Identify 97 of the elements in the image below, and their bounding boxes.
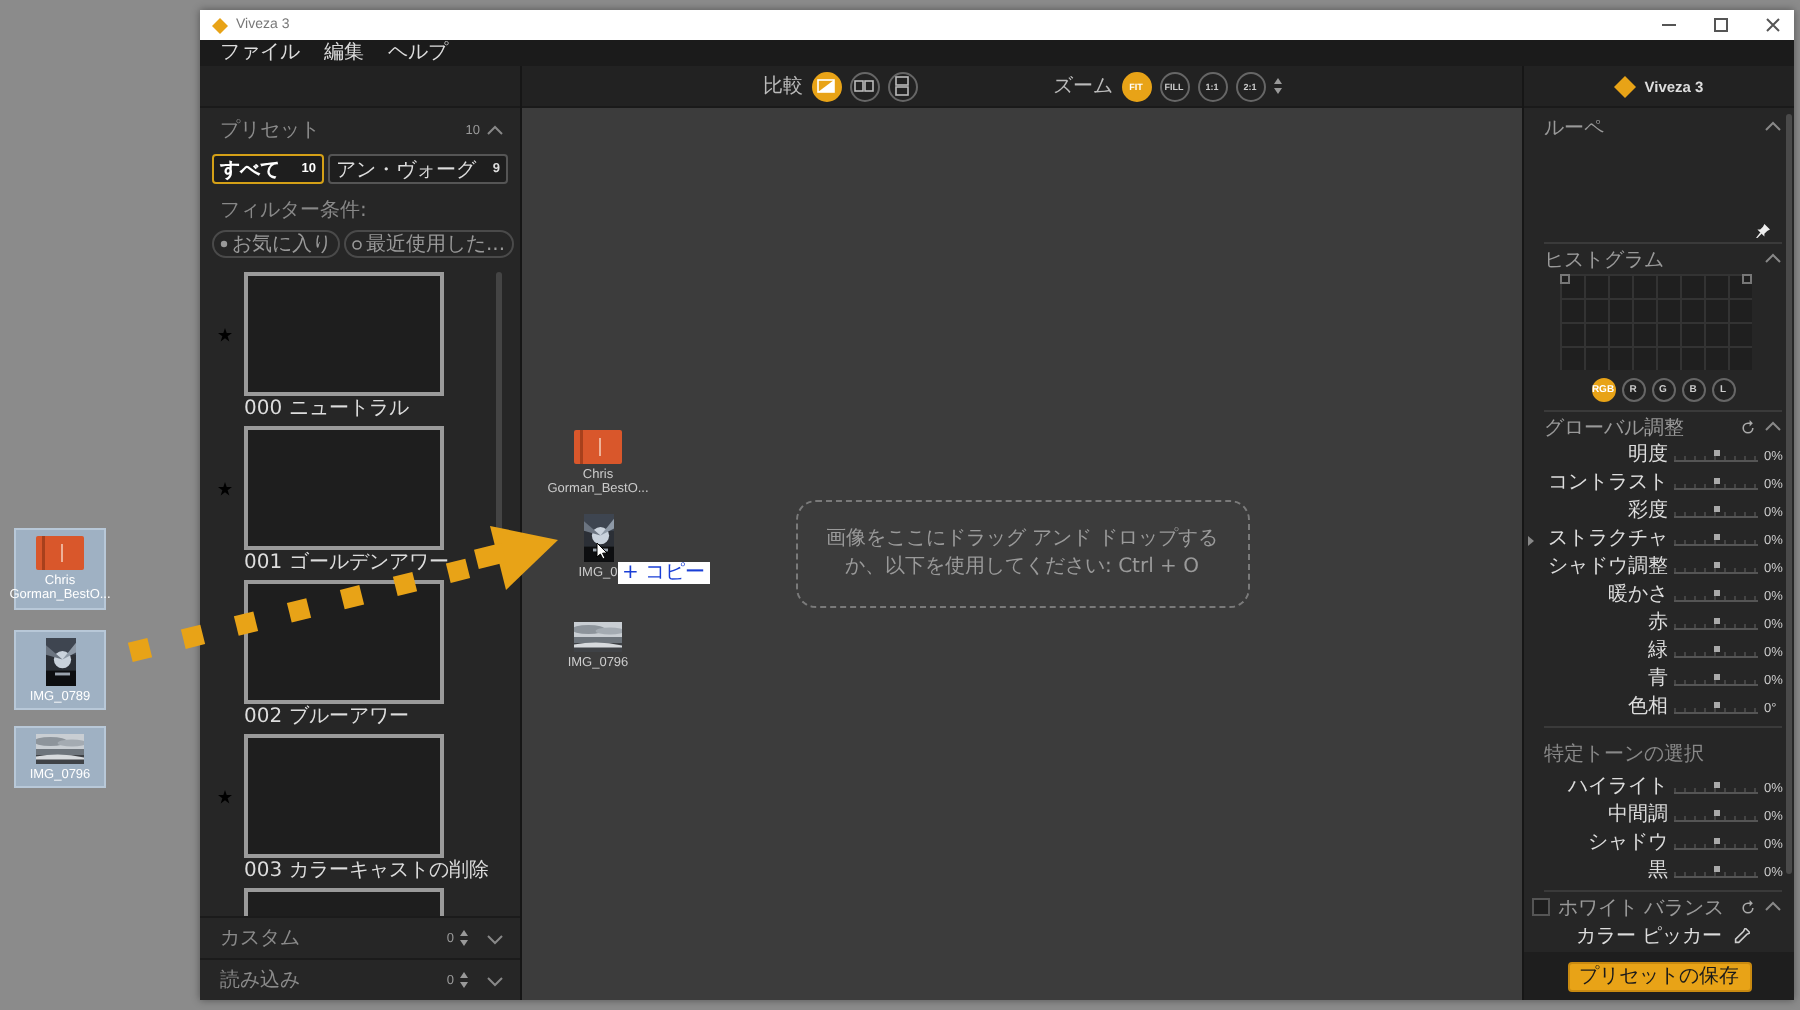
slider-track[interactable]	[1674, 866, 1758, 878]
book-icon	[36, 536, 84, 570]
slider-track[interactable]	[1674, 810, 1758, 822]
slider-track[interactable]	[1674, 590, 1758, 602]
cursor-icon	[596, 542, 608, 560]
compare-label: 比較	[763, 73, 803, 100]
color-picker-label: カラー ピッカー	[1575, 924, 1723, 950]
slider-thumb[interactable]	[1713, 618, 1719, 624]
reset-icon	[1740, 419, 1756, 435]
copy-badge: + コピー	[618, 562, 710, 584]
slider-thumb[interactable]	[1713, 702, 1719, 708]
slider-thumb[interactable]	[1713, 590, 1719, 596]
preset-thumbnail[interactable]	[244, 734, 444, 858]
filter-label: フィルター条件:	[218, 198, 369, 226]
slider-track[interactable]	[1674, 782, 1758, 794]
slider-thumb[interactable]	[1713, 866, 1719, 872]
filter-chip[interactable]: お気に入り	[212, 230, 340, 258]
eyedropper-icon[interactable]	[1734, 928, 1751, 944]
slider-thumb[interactable]	[1713, 810, 1719, 816]
checkbox[interactable]	[1532, 898, 1550, 916]
slider-label: 緑	[1646, 640, 1668, 664]
drop-zone[interactable]: 画像をここにドラッグ アンド ドロップするか、以下を使用してください: Ctrl + O	[795, 500, 1249, 608]
split-view-icon	[816, 76, 836, 96]
sort-stepper-icon	[460, 930, 468, 946]
compare-mode-button[interactable]	[811, 71, 841, 101]
slider-thumb[interactable]	[1713, 478, 1719, 484]
slider-label: 黒	[1646, 860, 1668, 884]
panel-title: プリセット	[220, 117, 322, 144]
close-icon[interactable]	[1763, 16, 1781, 34]
slider-thumb[interactable]	[1713, 782, 1719, 788]
slider-thumb[interactable]	[1713, 838, 1719, 844]
slider-thumb[interactable]	[1713, 534, 1719, 540]
book-icon	[574, 430, 622, 464]
app-logo-icon	[1614, 75, 1637, 97]
preset-name: 002 ブルーアワー	[244, 704, 409, 732]
menu-item[interactable]: ファイル	[220, 40, 300, 66]
app-logo-icon	[212, 17, 228, 33]
zoom-label: ズーム	[1053, 74, 1113, 100]
slider-track[interactable]	[1674, 618, 1758, 630]
slider-thumb[interactable]	[1713, 674, 1719, 680]
preset-thumbnail[interactable]	[244, 272, 444, 396]
reset-icon	[1740, 899, 1756, 915]
slider-label: ストラクチャ	[1546, 528, 1668, 552]
slider-label: 色相	[1626, 696, 1668, 720]
section-title: カスタム	[220, 926, 302, 952]
slider-track[interactable]	[1674, 646, 1758, 658]
slider-label: シャドウ	[1586, 832, 1668, 856]
sort-stepper-icon	[1273, 78, 1281, 94]
slider-track[interactable]	[1674, 562, 1758, 574]
preset-name: 001 ゴールデンアワー	[244, 550, 449, 578]
slider-track[interactable]	[1674, 534, 1758, 546]
preset-name: 000 ニュートラル	[244, 396, 409, 424]
maximize-icon[interactable]	[1711, 16, 1729, 34]
slider-thumb[interactable]	[1713, 562, 1719, 568]
section-title: ホワイト バランス	[1558, 895, 1727, 921]
slider-thumb[interactable]	[1713, 646, 1719, 652]
compare-mode-button[interactable]	[887, 71, 917, 101]
menu-item[interactable]: ヘルプ	[388, 40, 448, 66]
slider-label: コントラスト	[1546, 472, 1668, 496]
slider-track[interactable]	[1674, 838, 1758, 850]
clipping-indicator-icon	[1560, 274, 1570, 284]
slider-label: 赤	[1646, 612, 1668, 636]
pin-icon	[1756, 224, 1770, 238]
section-title: 読み込み	[220, 967, 302, 994]
slider-track[interactable]	[1674, 674, 1758, 686]
compare-mode-button[interactable]	[849, 71, 879, 101]
preset-name: 003 カラーキャストの削除	[244, 858, 489, 886]
slider-label: 中間調	[1606, 804, 1668, 828]
preset-thumbnail[interactable]	[244, 426, 444, 550]
section-title: グローバル調整	[1544, 415, 1686, 441]
stacked-view-icon	[892, 76, 912, 96]
slider-label: ハイライト	[1566, 776, 1668, 800]
slider-track[interactable]	[1674, 478, 1758, 490]
side-by-side-icon	[854, 76, 874, 96]
section-title: 特定トーンの選択	[1544, 741, 1706, 770]
slider-label: 青	[1646, 668, 1668, 692]
slider-thumb[interactable]	[1713, 450, 1719, 456]
slider-track[interactable]	[1674, 702, 1758, 714]
slider-label: 明度	[1626, 444, 1668, 468]
slider-label: 彩度	[1626, 500, 1668, 524]
scrollbar[interactable]	[1786, 114, 1792, 874]
slider-label: 暖かさ	[1606, 584, 1668, 608]
section-title: ヒストグラム	[1544, 247, 1666, 273]
slider-track[interactable]	[1674, 450, 1758, 462]
filter-chip[interactable]: 最近使用した...	[344, 230, 514, 258]
slider-thumb[interactable]	[1713, 506, 1719, 512]
save-preset-button[interactable]: プリセットの保存	[1567, 961, 1751, 991]
section-title: ルーペ	[1544, 115, 1606, 141]
slider-label: シャドウ調整	[1546, 556, 1668, 580]
history-icon	[352, 239, 362, 249]
preset-thumbnail[interactable]	[244, 580, 444, 704]
dot-icon	[220, 240, 228, 248]
sort-stepper-icon	[460, 972, 468, 988]
collapse-handle-icon[interactable]	[1528, 536, 1534, 546]
menu-item[interactable]: 編集	[324, 40, 364, 66]
slider-track[interactable]	[1674, 506, 1758, 518]
clipping-indicator-icon	[1742, 274, 1752, 284]
